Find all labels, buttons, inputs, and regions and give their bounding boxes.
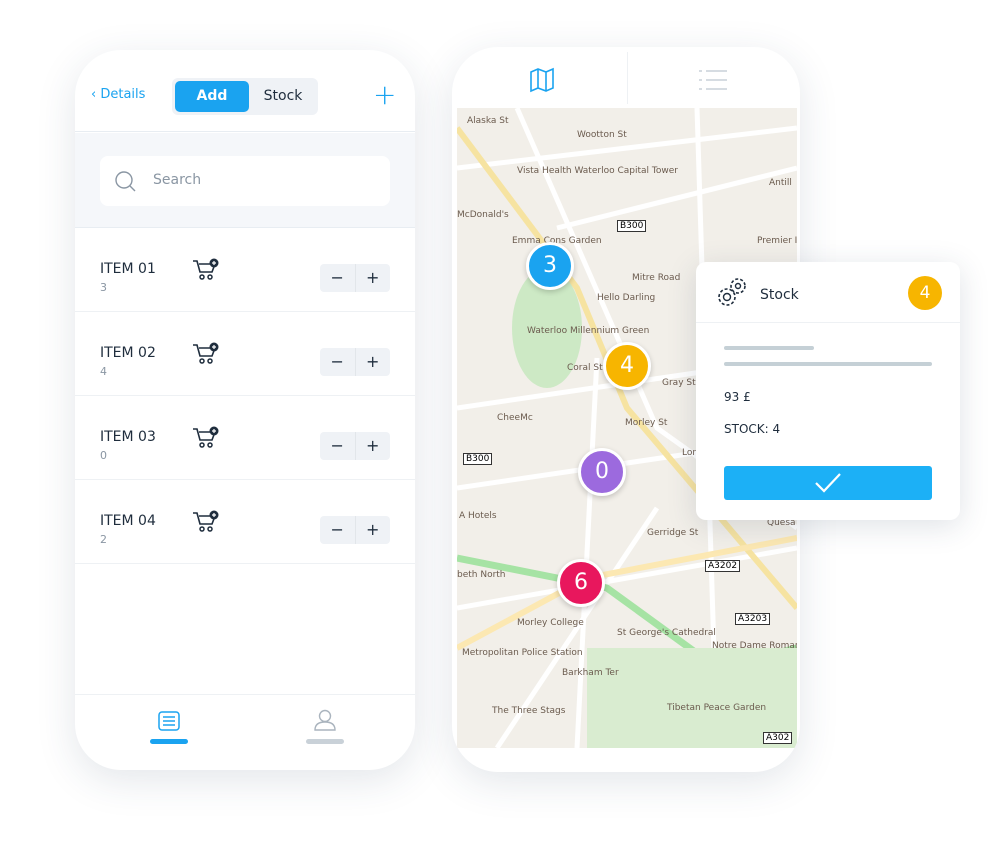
stock-card: Stock 4 93 £ STOCK: 4 — [696, 262, 960, 520]
decrement-button[interactable]: − — [320, 432, 356, 460]
item-qty: 0 — [100, 449, 107, 462]
item-name: ITEM 04 — [100, 513, 156, 529]
item-qty: 3 — [100, 281, 107, 294]
map-label: Notre Dame Roman Catholic Girls' School — [712, 641, 797, 651]
increment-button[interactable]: + — [356, 264, 391, 292]
list-item: ITEM 02 4 − + — [75, 312, 415, 396]
item-qty: 2 — [100, 533, 107, 546]
cart-add-icon[interactable] — [192, 426, 220, 450]
map-label: A302 — [763, 732, 793, 744]
map-label: B300 — [463, 453, 493, 465]
tab-add[interactable]: Add — [175, 81, 249, 112]
inventory-phone: ‹ Details Add Stock + Search ITEM 01 3 −… — [75, 50, 415, 770]
map-label: Antill — [769, 178, 792, 188]
map-marker[interactable]: 4 — [603, 342, 651, 390]
map-icon[interactable] — [529, 67, 555, 93]
gear-icon — [718, 278, 746, 306]
map-label: B300 — [617, 220, 647, 232]
map-label: Morley St — [625, 418, 668, 428]
map-label: A3202 — [705, 560, 741, 572]
nav-user[interactable] — [306, 709, 344, 745]
card-title: Stock — [760, 287, 799, 303]
search-icon — [115, 171, 136, 192]
map-label: Vista Health Waterloo Capital Tower — [517, 166, 678, 176]
placeholder-line — [724, 346, 814, 350]
quantity-stepper: − + — [320, 432, 390, 460]
list-item: ITEM 01 3 − + — [75, 228, 415, 312]
quantity-stepper: − + — [320, 348, 390, 376]
list-item: ITEM 04 2 − + — [75, 480, 415, 564]
map-label: A Hotels — [459, 511, 497, 521]
decrement-button[interactable]: − — [320, 516, 356, 544]
increment-button[interactable]: + — [356, 432, 391, 460]
map-label: Coral St — [567, 363, 603, 373]
search-input[interactable]: Search — [100, 156, 390, 206]
map-label: Alaska St — [467, 116, 509, 126]
list-icon[interactable] — [699, 69, 729, 91]
cart-add-icon[interactable] — [192, 258, 220, 282]
plus-icon[interactable]: + — [373, 78, 396, 111]
map-label: Hello Darling — [597, 293, 656, 303]
map-label: beth North — [457, 570, 506, 580]
search-placeholder: Search — [153, 172, 202, 188]
cart-add-icon[interactable] — [192, 342, 220, 366]
map-marker[interactable]: 0 — [578, 448, 626, 496]
quantity-stepper: − + — [320, 516, 390, 544]
list-item: ITEM 03 0 − + — [75, 396, 415, 480]
bottom-nav — [75, 694, 415, 770]
tab-stock[interactable]: Stock — [252, 81, 314, 112]
card-badge: 4 — [908, 276, 942, 310]
cart-add-icon[interactable] — [192, 510, 220, 534]
item-qty: 4 — [100, 365, 107, 378]
quantity-stepper: − + — [320, 264, 390, 292]
item-name: ITEM 02 — [100, 345, 156, 361]
decrement-button[interactable]: − — [320, 264, 356, 292]
map-label: McDonald's — [457, 210, 509, 220]
map-label: Morley College — [517, 618, 584, 628]
map-label: Gray St — [662, 378, 696, 388]
increment-button[interactable]: + — [356, 516, 391, 544]
view-tabs — [452, 47, 800, 108]
map-marker[interactable]: 3 — [526, 242, 574, 290]
check-icon — [815, 473, 841, 493]
user-icon — [314, 709, 336, 731]
segmented-control: Add Stock — [172, 78, 318, 115]
item-name: ITEM 03 — [100, 429, 156, 445]
price: 93 £ — [724, 390, 751, 404]
map-label: St George's Cathedral — [617, 628, 716, 638]
confirm-button[interactable] — [724, 466, 932, 500]
map-label: CheeMc — [497, 413, 533, 423]
map-label: Gerridge St — [647, 528, 699, 538]
back-button[interactable]: ‹ Details — [91, 87, 145, 102]
map-marker[interactable]: 6 — [557, 559, 605, 607]
item-name: ITEM 01 — [100, 261, 156, 277]
map-label: Metropolitan Police Station — [462, 648, 583, 658]
back-label: Details — [100, 87, 146, 102]
map-label: A3203 — [735, 613, 771, 625]
nav-list[interactable] — [150, 709, 188, 745]
map-label: Waterloo Millennium Green — [527, 326, 650, 336]
map-label: Mitre Road — [632, 273, 681, 283]
map-label: The Three Stags — [492, 706, 566, 716]
list-icon — [158, 711, 180, 731]
increment-button[interactable]: + — [356, 348, 391, 376]
decrement-button[interactable]: − — [320, 348, 356, 376]
placeholder-line — [724, 362, 932, 366]
map-label: Premier Inn — [757, 236, 797, 246]
stock-count: STOCK: 4 — [724, 422, 781, 436]
map-label: Tibetan Peace Garden — [667, 703, 767, 713]
map-label: Barkham Ter — [562, 668, 619, 678]
search-area: Search — [75, 133, 415, 228]
map-label: Wootton St — [577, 130, 627, 140]
header: ‹ Details Add Stock + — [75, 50, 415, 132]
